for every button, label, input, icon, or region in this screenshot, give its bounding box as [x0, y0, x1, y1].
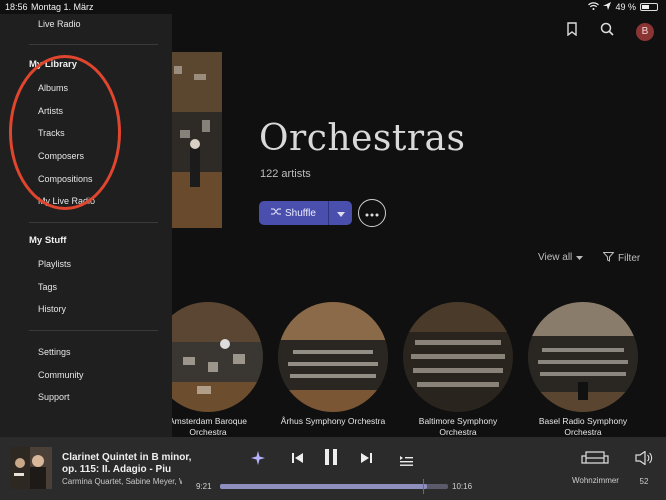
- artist-card[interactable]: Baltimore Symphony Orchestra: [403, 302, 513, 437]
- queue-icon[interactable]: [400, 453, 413, 471]
- artist-image: [403, 302, 513, 412]
- duration-time: 10:16: [452, 482, 473, 491]
- shuffle-button[interactable]: Shuffle: [259, 201, 329, 225]
- next-track-icon[interactable]: [360, 451, 372, 469]
- pause-icon[interactable]: [324, 449, 338, 470]
- volume-control[interactable]: 52: [632, 450, 656, 486]
- shuffle-icon: [271, 207, 282, 219]
- shuffle-button-group: Shuffle: [259, 201, 352, 225]
- artist-name: Baltimore Symphony Orchestra: [418, 416, 498, 437]
- sidebar-item-tags[interactable]: Tags: [38, 282, 57, 292]
- progress-fill: [220, 484, 428, 489]
- artist-image: [528, 302, 638, 412]
- sidebar-item-history[interactable]: History: [38, 304, 66, 314]
- annotation-circle: [9, 55, 121, 210]
- album-cover[interactable]: [10, 447, 52, 489]
- view-all-dropdown[interactable]: View all: [538, 252, 584, 263]
- speaker-icon: [635, 450, 653, 469]
- elapsed-time: 9:21: [196, 482, 212, 491]
- more-options-button[interactable]: [358, 199, 386, 227]
- sidebar-heading-stuff: My Stuff: [29, 235, 67, 246]
- track-title-line: op. 115: II. Adagio - Piu: [62, 464, 172, 475]
- artist-image: [278, 302, 388, 412]
- top-actions: B: [566, 22, 654, 41]
- sidebar-item-community[interactable]: Community: [38, 370, 84, 380]
- sidebar-item-support[interactable]: Support: [38, 392, 70, 402]
- filter-label: Filter: [618, 253, 641, 264]
- track-title[interactable]: Clarinet Quintet in B minor, op. 115: II…: [62, 452, 191, 476]
- previous-track-icon[interactable]: [292, 451, 304, 469]
- chevron-down-icon: [576, 252, 584, 263]
- avatar[interactable]: B: [636, 22, 654, 41]
- artist-name: Basel Radio Symphony Orchestra: [538, 416, 628, 437]
- filter-icon: [602, 252, 615, 265]
- shuffle-dropdown-button[interactable]: [329, 201, 352, 225]
- status-time: 18:56: [5, 2, 28, 12]
- status-date: Montag 1. März: [31, 2, 94, 12]
- progress-marker: [423, 479, 424, 494]
- more-icon: [365, 204, 379, 222]
- artist-count: 122 artists: [260, 168, 311, 180]
- divider: [29, 44, 158, 45]
- sidebar-item-settings[interactable]: Settings: [38, 347, 71, 357]
- filter-button[interactable]: Filter: [602, 252, 641, 265]
- zone-selector[interactable]: Wohnzimmer: [572, 451, 619, 485]
- sofa-icon: [581, 451, 609, 469]
- page-title: Orchestras: [259, 118, 466, 159]
- player-bar: Clarinet Quintet in B minor, op. 115: II…: [0, 437, 666, 500]
- shuffle-label: Shuffle: [285, 207, 316, 219]
- track-title-line: Clarinet Quintet in B minor,: [62, 452, 192, 463]
- location-icon: [603, 2, 612, 12]
- wifi-icon: [588, 2, 600, 12]
- sidebar-item-live-radio[interactable]: Live Radio: [38, 19, 81, 29]
- search-icon[interactable]: [600, 22, 614, 41]
- divider: [29, 330, 158, 331]
- sidebar: Live Radio My Library Albums Artists Tra…: [0, 14, 172, 437]
- sparkle-radio-button[interactable]: [251, 451, 265, 470]
- battery-percent: 49 %: [615, 2, 636, 12]
- artist-name: Århus Symphony Orchestra: [280, 416, 386, 426]
- battery-icon: [640, 3, 658, 11]
- artist-card[interactable]: Århus Symphony Orchestra: [278, 302, 388, 427]
- zone-name: Wohnzimmer: [572, 476, 619, 485]
- view-all-label: View all: [538, 252, 573, 263]
- sidebar-item-playlists[interactable]: Playlists: [38, 259, 71, 269]
- bookmark-icon[interactable]: [566, 22, 578, 41]
- chevron-down-icon: [336, 204, 345, 222]
- divider: [29, 222, 158, 223]
- status-bar: 18:56 Montag 1. März 49 %: [0, 0, 666, 14]
- volume-value: 52: [639, 477, 649, 486]
- status-right: 49 %: [588, 2, 658, 12]
- artist-card[interactable]: Basel Radio Symphony Orchestra: [528, 302, 638, 437]
- progress-bar[interactable]: [220, 479, 448, 494]
- track-artists: Carmina Quartet, Sabine Meyer, Wolfg: [62, 477, 182, 486]
